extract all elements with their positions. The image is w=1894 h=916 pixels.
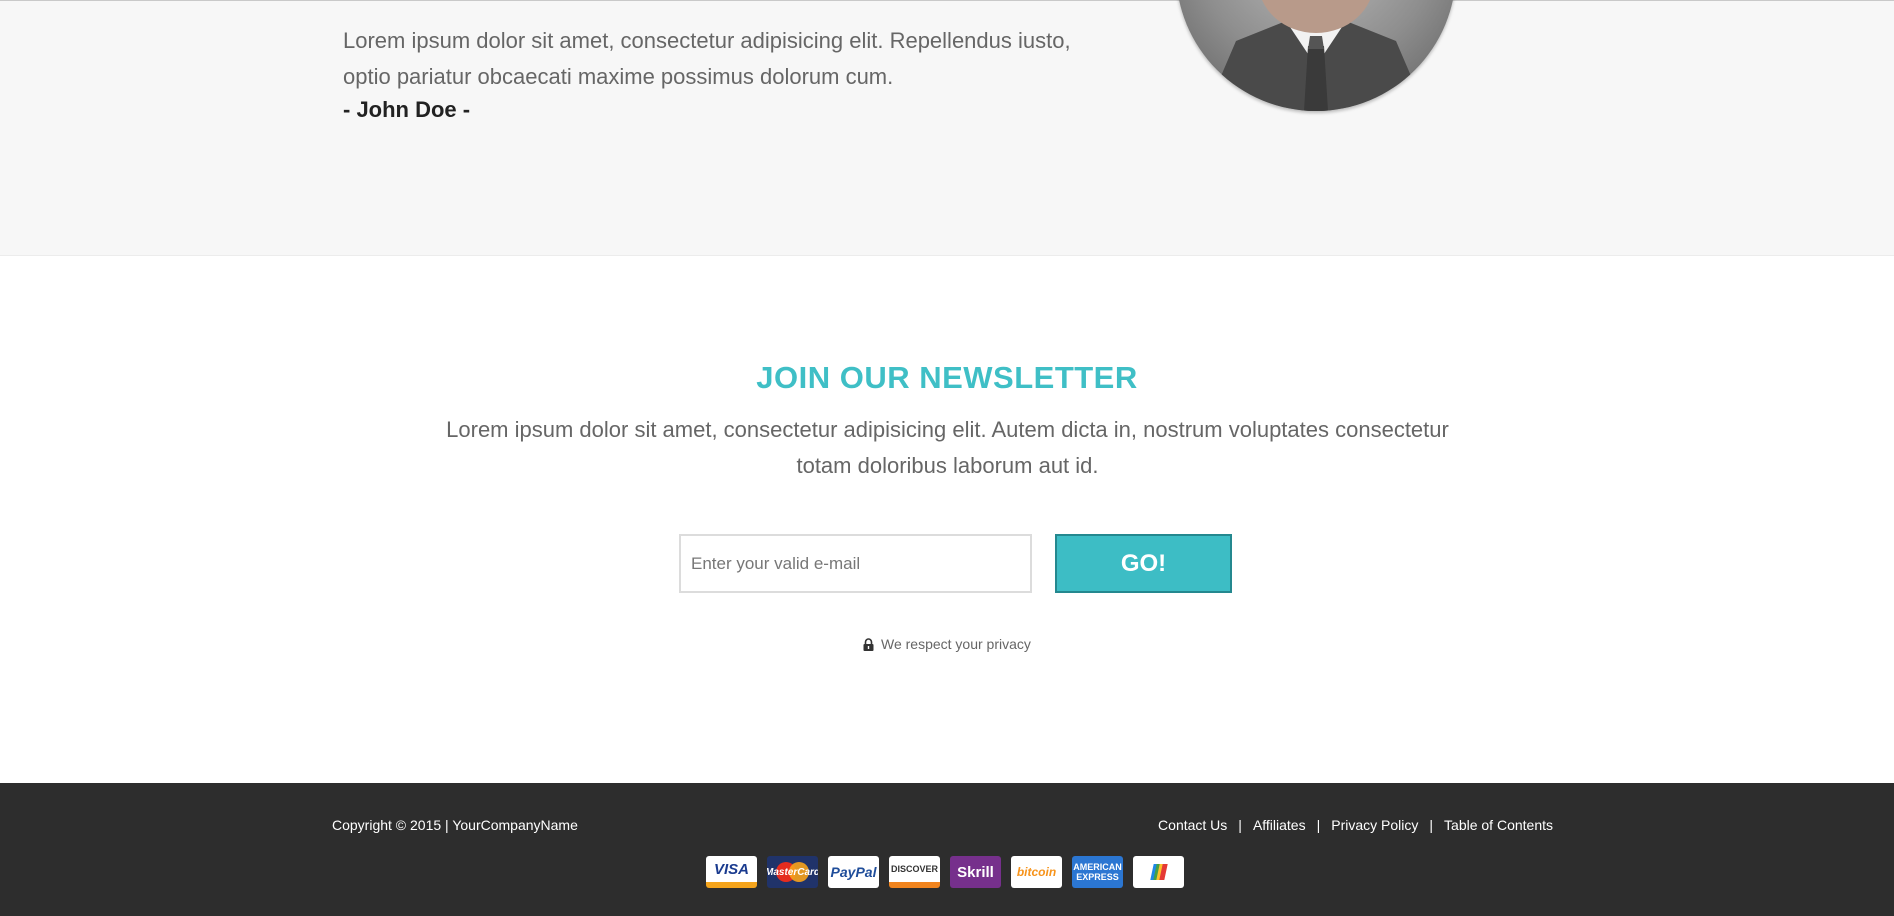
footer-links: Contact Us | Affiliates | Privacy Policy… <box>1158 817 1553 833</box>
footer-link-privacy-policy[interactable]: Privacy Policy <box>1331 817 1418 833</box>
visa-icon: VISA <box>706 856 757 888</box>
google-wallet-icon <box>1133 856 1184 888</box>
privacy-note: We respect your privacy <box>0 636 1894 654</box>
link-separator: | <box>1316 817 1321 833</box>
footer-link-contact-us[interactable]: Contact Us <box>1158 817 1227 833</box>
privacy-text: We respect your privacy <box>880 636 1031 652</box>
testimonial-quote: Lorem ipsum dolor sit amet, consectetur … <box>343 28 1071 89</box>
footer: Copyright © 2015 | YourCompanyName Conta… <box>0 783 1894 916</box>
paypal-icon: PayPal <box>828 856 879 888</box>
amex-icon: AMERICAN EXPRESS <box>1072 856 1123 888</box>
mastercard-icon: MasterCard <box>767 856 818 888</box>
footer-link-affiliates[interactable]: Affiliates <box>1253 817 1306 833</box>
bitcoin-icon: bitcoin <box>1011 856 1062 888</box>
payment-methods: VISA MasterCard PayPal DISCOVER Skrill b… <box>706 856 1184 888</box>
newsletter-description: Lorem ipsum dolor sit amet, consectetur … <box>446 417 1449 478</box>
go-button[interactable]: GO! <box>1055 534 1232 593</box>
copyright-text: Copyright © 2015 | YourCompanyName <box>332 817 578 833</box>
newsletter-title: JOIN OUR NEWSLETTER <box>756 360 1138 395</box>
testimonial-section: Lorem ipsum dolor sit amet, consectetur … <box>0 0 1894 256</box>
skrill-icon: Skrill <box>950 856 1001 888</box>
footer-link-table-of-contents[interactable]: Table of Contents <box>1444 817 1553 833</box>
link-separator: | <box>1429 817 1434 833</box>
testimonial-author: - John Doe - <box>343 97 471 122</box>
testimonial-avatar <box>1176 0 1456 111</box>
discover-icon: DISCOVER <box>889 856 940 888</box>
link-separator: | <box>1238 817 1242 833</box>
lock-icon <box>863 638 874 654</box>
email-input[interactable] <box>679 534 1032 593</box>
